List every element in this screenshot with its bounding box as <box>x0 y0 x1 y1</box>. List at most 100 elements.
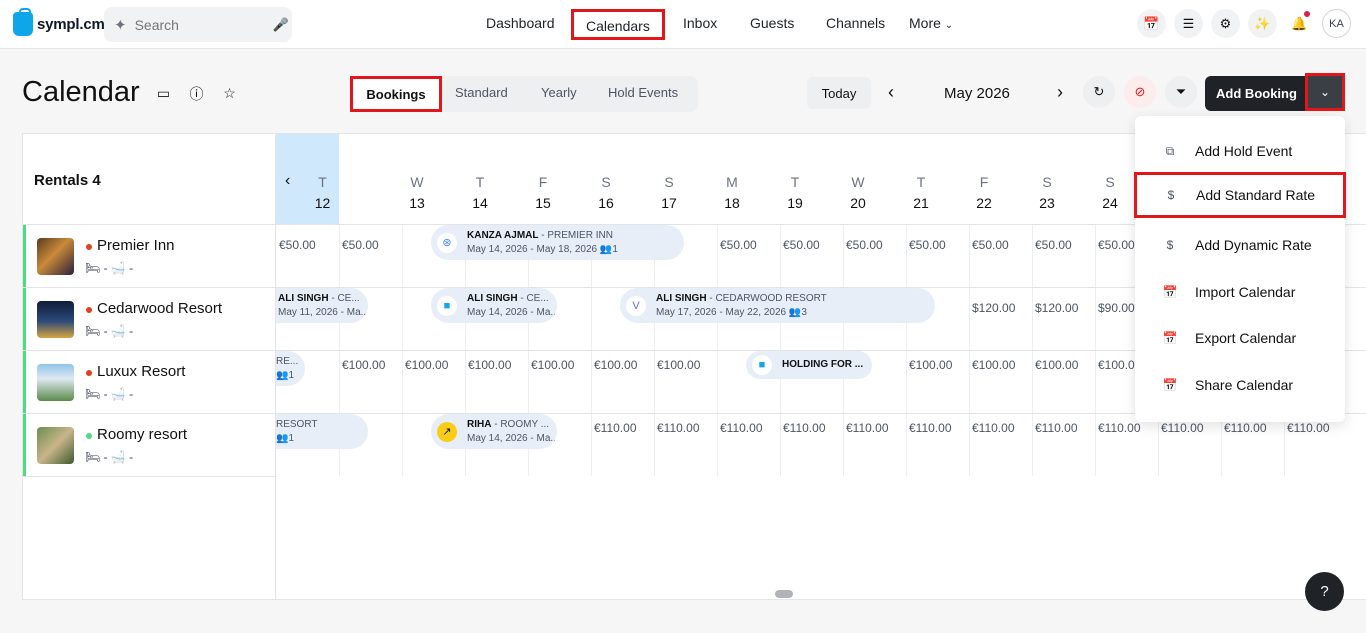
rate-cell[interactable]: €110.00 <box>720 421 763 435</box>
add-booking-dropdown-chevron-icon[interactable]: ⌄ <box>1305 73 1345 111</box>
rate-cell[interactable]: €100.00 <box>468 358 511 372</box>
rate-cell[interactable]: €50.00 <box>972 238 1009 252</box>
video-icon[interactable]: ▭ <box>154 84 173 103</box>
nav-guests[interactable]: Guests <box>750 15 794 31</box>
rate-cell[interactable]: €100.00 <box>1035 358 1078 372</box>
day-header[interactable]: F 15 <box>480 134 551 224</box>
rate-cell[interactable]: €100.00 <box>972 358 1015 372</box>
property-thumbnail[interactable] <box>37 301 74 338</box>
rate-cell[interactable]: €110.00 <box>1035 421 1078 435</box>
clear-filter-icon[interactable]: ⊘ <box>1124 76 1156 108</box>
day-header[interactable]: W 20 <box>795 134 866 224</box>
nav-dashboard[interactable]: Dashboard <box>486 15 555 31</box>
rate-cell[interactable]: €50.00 <box>909 238 946 252</box>
property-name[interactable]: Roomy resort <box>97 426 187 443</box>
rate-cell[interactable]: €110.00 <box>1098 421 1141 435</box>
booking-pill-partial[interactable]: RE... 👥1 <box>276 351 305 386</box>
previous-month-chevron-icon[interactable]: ‹ <box>888 82 894 103</box>
menu-add-dynamic-rate[interactable]: $ Add Dynamic Rate <box>1135 222 1345 268</box>
rate-cell[interactable]: €100.00 <box>342 358 385 372</box>
menu-add-standard-rate[interactable]: $ Add Standard Rate <box>1134 172 1346 218</box>
rate-cell[interactable]: €50.00 <box>783 238 820 252</box>
today-button[interactable]: Today <box>807 77 871 109</box>
brand-logo[interactable]: sympl.cm <box>13 8 105 36</box>
add-booking-button[interactable]: Add Booking <box>1205 76 1308 111</box>
calendar-check-icon[interactable]: 📅 <box>1137 9 1166 38</box>
day-header[interactable]: S 17 <box>606 134 677 224</box>
menu-export-calendar[interactable]: 📅 Export Calendar <box>1135 315 1345 361</box>
property-name[interactable]: Cedarwood Resort <box>97 300 222 317</box>
horizontal-scrollbar-thumb[interactable] <box>775 590 793 598</box>
rate-cell[interactable]: €50.00 <box>720 238 757 252</box>
booking-pill-kanza-ajmal[interactable]: ⊛ KANZA AJMAL - PREMIER INN May 14, 2026 … <box>431 225 684 260</box>
rate-cell[interactable]: $120.00 <box>972 301 1015 315</box>
day-header[interactable]: T 14 <box>417 134 488 224</box>
menu-add-hold-event[interactable]: ⧉ Add Hold Event <box>1135 128 1345 174</box>
hold-event-pill[interactable]: ■ HOLDING FOR ... <box>746 351 872 379</box>
rate-cell[interactable]: €110.00 <box>1224 421 1267 435</box>
rate-cell[interactable]: €110.00 <box>783 421 826 435</box>
user-avatar[interactable]: KA <box>1322 9 1351 38</box>
rate-cell[interactable]: €110.00 <box>594 421 637 435</box>
menu-import-calendar[interactable]: 📅 Import Calendar <box>1135 269 1345 315</box>
rate-cell[interactable]: €50.00 <box>1035 238 1072 252</box>
rate-cell[interactable]: €100.00 <box>405 358 448 372</box>
day-header[interactable]: T 21 <box>858 134 929 224</box>
day-header[interactable]: S 23 <box>984 134 1055 224</box>
nav-more[interactable]: More ⌄ <box>909 15 953 31</box>
day-header[interactable]: M 18 <box>669 134 740 224</box>
booking-pill-ali-singh[interactable]: ALI SINGH - CE... May 11, 2026 - Ma... <box>276 288 368 323</box>
nav-channels[interactable]: Channels <box>826 15 885 31</box>
rate-cell[interactable]: €100.00 <box>594 358 637 372</box>
day-header[interactable]: W 13 <box>354 134 425 224</box>
rate-cell[interactable]: €110.00 <box>972 421 1015 435</box>
rate-cell[interactable]: €110.00 <box>1161 421 1204 435</box>
ai-sparkle-icon[interactable]: ✨ <box>1248 9 1277 38</box>
property-thumbnail[interactable] <box>37 364 74 401</box>
notification-bell-icon[interactable]: 🔔 <box>1285 9 1314 38</box>
search-box[interactable]: ✦ 🎤 <box>104 7 292 42</box>
rate-cell[interactable]: $120.00 <box>1035 301 1078 315</box>
star-icon[interactable]: ☆ <box>220 84 239 103</box>
property-name[interactable]: Luxux Resort <box>97 363 185 380</box>
refresh-icon[interactable]: ↻ <box>1083 76 1115 108</box>
nav-calendars[interactable]: Calendars <box>571 9 665 40</box>
nav-inbox[interactable]: Inbox <box>683 15 717 31</box>
microphone-icon[interactable]: 🎤 <box>273 17 289 33</box>
rate-cell[interactable]: €50.00 <box>846 238 883 252</box>
menu-share-calendar[interactable]: 📅 Share Calendar <box>1135 362 1345 408</box>
rate-cell[interactable]: €110.00 <box>1287 421 1330 435</box>
filter-icon[interactable]: ⏷ <box>1165 76 1197 108</box>
property-name[interactable]: Premier Inn <box>97 237 175 254</box>
rate-cell[interactable]: €110.00 <box>657 421 700 435</box>
rate-cell[interactable]: €100.00 <box>531 358 574 372</box>
property-thumbnail[interactable] <box>37 238 74 275</box>
day-header[interactable]: T 19 <box>732 134 803 224</box>
scroll-back-chevron-icon[interactable]: ‹ <box>285 172 290 190</box>
booking-pill-partial[interactable]: RESORT 👥1 <box>276 414 368 449</box>
booking-pill-ali-singh[interactable]: V ALI SINGH - CEDARWOOD RESORT May 17, 20… <box>620 288 935 323</box>
search-input[interactable] <box>134 16 265 33</box>
rate-cell[interactable]: €110.00 <box>909 421 952 435</box>
booking-pill-riha[interactable]: ↗ RIHA - ROOMY ... May 14, 2026 - Ma... <box>431 414 557 449</box>
tab-bookings[interactable]: Bookings <box>350 76 442 112</box>
next-month-chevron-icon[interactable]: › <box>1057 82 1063 103</box>
search-list-icon[interactable]: ☰ <box>1174 9 1203 38</box>
day-header[interactable]: F 22 <box>921 134 992 224</box>
help-circle-icon[interactable]: ⓘ <box>187 84 206 103</box>
rate-cell[interactable]: €50.00 <box>279 238 316 252</box>
settings-gear-icon[interactable]: ⚙ <box>1211 9 1240 38</box>
rate-cell[interactable]: €100.00 <box>657 358 700 372</box>
rate-cell[interactable]: €100.00 <box>909 358 952 372</box>
help-button[interactable]: ? <box>1305 572 1344 611</box>
tab-hold-events[interactable]: Hold Events <box>608 85 678 100</box>
booking-pill-ali-singh[interactable]: ■ ALI SINGH - CE... May 14, 2026 - Ma... <box>431 288 557 323</box>
day-header[interactable]: S 24 <box>1047 134 1118 224</box>
day-header[interactable]: S 16 <box>543 134 614 224</box>
rate-cell[interactable]: €100.0 <box>1098 358 1135 372</box>
tab-yearly[interactable]: Yearly <box>541 85 577 100</box>
property-thumbnail[interactable] <box>37 427 74 464</box>
rate-cell[interactable]: $90.00 <box>1098 301 1135 315</box>
rate-cell[interactable]: €50.00 <box>1098 238 1135 252</box>
tab-standard[interactable]: Standard <box>455 85 508 100</box>
